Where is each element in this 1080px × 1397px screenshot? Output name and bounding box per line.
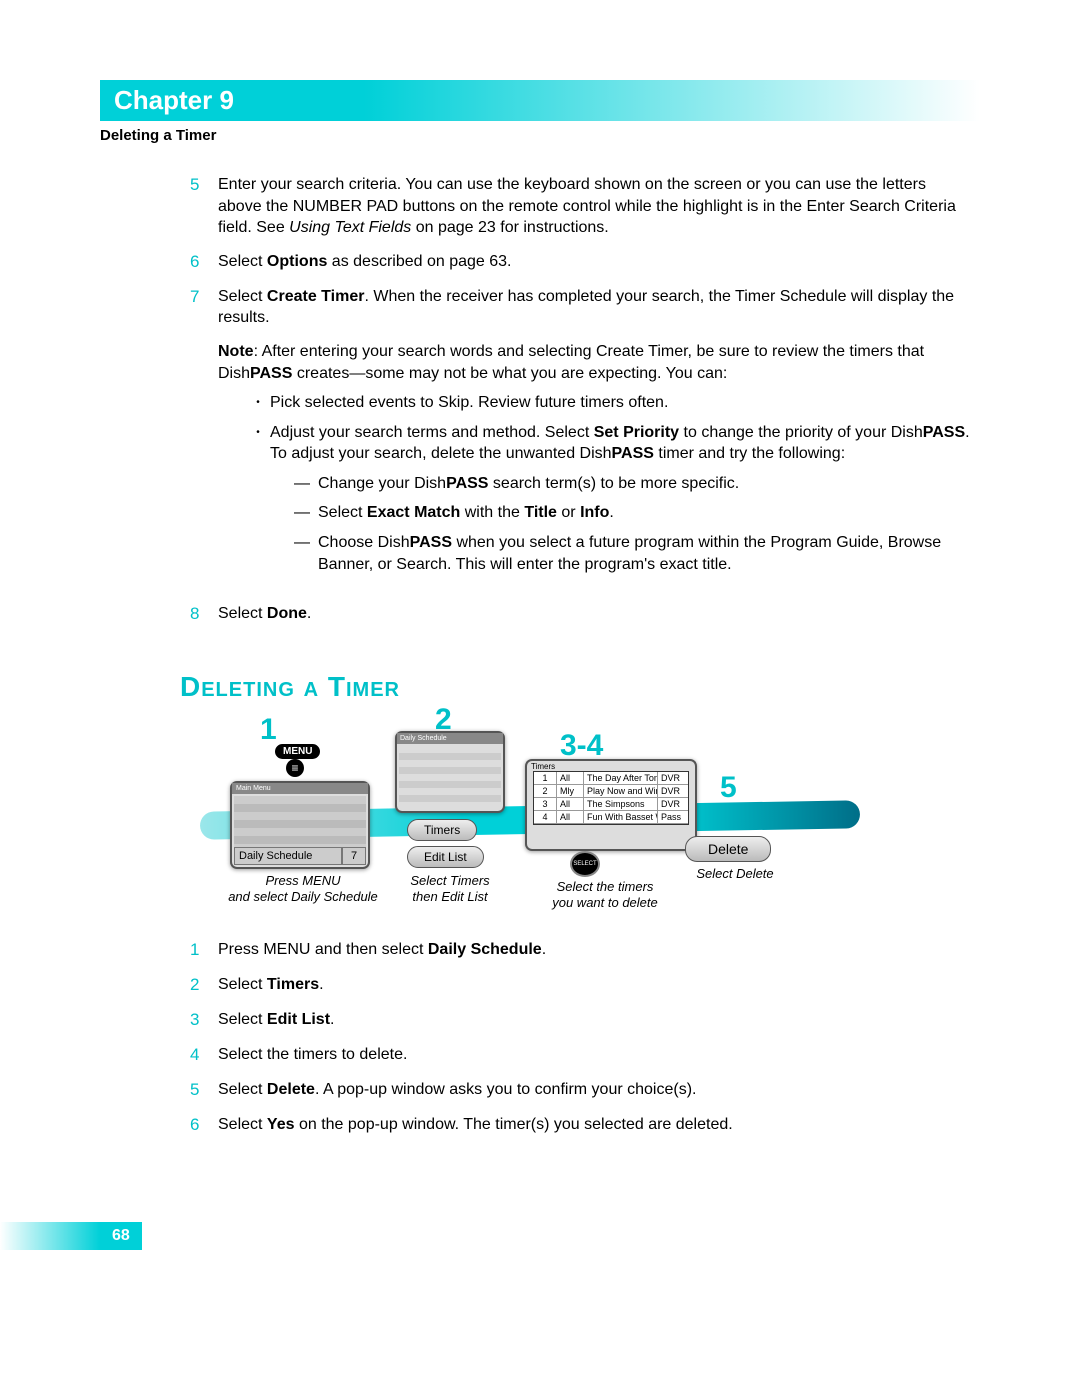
bullet-icon: • (246, 392, 270, 414)
callout-3-4: 3-4 (560, 729, 603, 763)
deleting-steps: 1 Press MENU and then select Daily Sched… (190, 939, 970, 1137)
table-row: 2MlyPlay Now and Win...DVR (534, 785, 688, 798)
del-step-4: 4 Select the timers to delete. (190, 1044, 970, 1067)
sub-bullet: — Choose DishPASS when you select a futu… (294, 532, 970, 575)
callout-1: 1 (260, 713, 277, 747)
step-text: Select Create Timer. When the receiver h… (218, 286, 970, 329)
timers-table: 1AllThe Day After TomorrowDVR 2MlyPlay N… (533, 771, 689, 825)
table-row: 1AllThe Day After TomorrowDVR (534, 772, 688, 785)
main-menu-screen: Main Menu Daily Schedule 7 (230, 781, 370, 869)
caption-3-4: Select the timers you want to delete (520, 879, 690, 910)
timers-button: Timers (407, 816, 477, 841)
step-text: Select Options as described on page 63. (218, 251, 970, 274)
caption-1: Press MENU and select Daily Schedule (218, 873, 388, 904)
bullet-icon: • (246, 422, 270, 584)
callout-5: 5 (720, 771, 737, 805)
note-block: Note: After entering your search words a… (190, 341, 970, 591)
step-6: 6 Select Options as described on page 63… (190, 251, 970, 274)
del-step-5: 5 Select Delete. A pop-up window asks yo… (190, 1079, 970, 1102)
chapter-title: Chapter 9 (114, 85, 234, 115)
step-number: 5 (190, 174, 218, 239)
select-button-icon: SELECT (570, 851, 600, 877)
caption-5: Select Delete (690, 866, 780, 882)
daily-schedule-num: 7 (342, 847, 366, 865)
del-step-6: 6 Select Yes on the pop-up window. The t… (190, 1114, 970, 1137)
edit-list-button: Edit List (407, 843, 484, 868)
bullet-item: • Adjust your search terms and method. S… (246, 422, 970, 584)
bullet-item: • Pick selected events to Skip. Review f… (246, 392, 970, 414)
callout-2: 2 (435, 703, 452, 737)
step-number: 8 (190, 603, 218, 626)
daily-schedule-label: Daily Schedule (234, 847, 342, 865)
table-row: 3AllThe SimpsonsDVR (534, 798, 688, 811)
delete-button: Delete (685, 833, 771, 862)
step-text: Select Done. (218, 603, 970, 626)
step-5: 5 Enter your search criteria. You can us… (190, 174, 970, 239)
page-number: 68 (0, 1222, 142, 1250)
chapter-header: Chapter 9 (100, 80, 980, 121)
sub-bullet: — Select Exact Match with the Title or I… (294, 502, 970, 524)
step-text: Enter your search criteria. You can use … (218, 174, 970, 239)
sub-bullet: — Change your DishPASS search term(s) to… (294, 473, 970, 495)
menu-button-label: MENU (275, 744, 320, 759)
deleting-timer-diagram: 1 2 3-4 5 MENU ≡ Main Menu Daily Schedul… (200, 711, 970, 921)
section-subtitle: Deleting a Timer (100, 127, 980, 144)
menu-icon: ≡ (286, 759, 304, 777)
daily-schedule-screen: Daily Schedule (395, 731, 505, 813)
timers-list-screen: Timers 1AllThe Day After TomorrowDVR 2Ml… (525, 759, 697, 851)
steps-continued: 5 Enter your search criteria. You can us… (190, 174, 970, 626)
section-heading: Deleting a Timer (180, 671, 980, 703)
step-7: 7 Select Create Timer. When the receiver… (190, 286, 970, 329)
del-step-3: 3 Select Edit List. (190, 1009, 970, 1032)
del-step-2: 2 Select Timers. (190, 974, 970, 997)
table-row: 4AllFun With Basset WeavingPass (534, 811, 688, 824)
del-step-1: 1 Press MENU and then select Daily Sched… (190, 939, 970, 962)
caption-2: Select Timers then Edit List (395, 873, 505, 904)
step-number: 6 (190, 251, 218, 274)
step-number: 7 (190, 286, 218, 329)
step-8: 8 Select Done. (190, 603, 970, 626)
